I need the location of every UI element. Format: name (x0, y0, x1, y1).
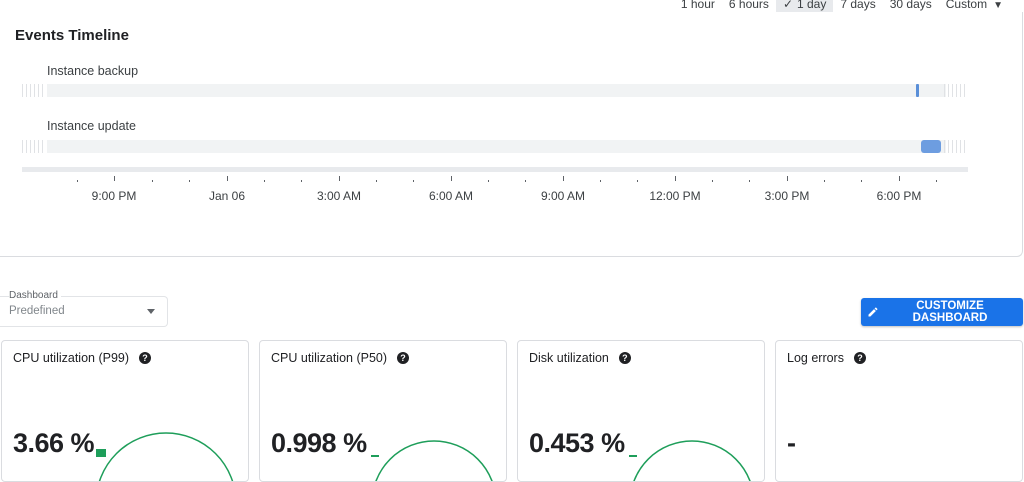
event-track-backup (22, 84, 968, 97)
metric-card-cpu-p50: CPU utilization (P50)? 0.998 % (259, 340, 507, 482)
customize-dashboard-button[interactable]: CUSTOMIZE DASHBOARD (861, 298, 1023, 326)
axis-tick (675, 176, 676, 181)
metric-value: - (787, 428, 796, 458)
metric-card-cpu-p99: CPU utilization (P99)? 3.66 % (1, 340, 249, 482)
event-row-label-update: Instance update (47, 119, 136, 133)
axis-label: Jan 06 (208, 189, 246, 203)
axis-label: 6:00 PM (876, 189, 922, 203)
metric-title: Disk utilization (529, 351, 609, 365)
help-icon[interactable]: ? (139, 352, 152, 364)
metric-value: 0.453 % (529, 428, 625, 458)
gauge-cpu-p99 (96, 432, 234, 481)
metric-value: 3.66 % (13, 428, 95, 458)
gauge-cpu-p50 (371, 440, 493, 481)
dropdown-arrow-icon (147, 309, 155, 314)
event-track-update (22, 140, 968, 153)
timeline-scrubber[interactable] (22, 167, 968, 172)
dashboard-select-value: Predefined (9, 305, 65, 317)
time-range-1-day-label: 1 day (797, 0, 827, 11)
metric-value: 0.998 % (271, 428, 367, 458)
axis-label: 3:00 PM (764, 189, 810, 203)
event-marker-backup[interactable] (916, 84, 919, 97)
axis-label: 6:00 AM (428, 189, 474, 203)
axis-tick (339, 176, 340, 181)
help-icon[interactable]: ? (853, 352, 866, 364)
help-icon[interactable]: ? (397, 352, 410, 364)
events-timeline-card: Events Timeline (0, 12, 1023, 257)
metric-title: CPU utilization (P99) (13, 351, 130, 365)
caret-down-icon: ▼ (993, 0, 1003, 11)
axis-tick (114, 176, 115, 181)
axis-tick (227, 176, 228, 181)
help-icon[interactable]: ? (618, 352, 631, 364)
event-marker-update[interactable] (921, 140, 941, 153)
pencil-icon (867, 306, 879, 318)
gauge-fill (96, 449, 106, 457)
event-row-label-backup: Instance backup (47, 64, 139, 78)
axis-tick (451, 176, 452, 181)
gauge-fill (371, 455, 379, 457)
metric-title: Log errors (787, 351, 844, 365)
axis-tick (899, 176, 900, 181)
axis-label: 12:00 PM (649, 189, 701, 203)
axis-label: 9:00 AM (540, 189, 586, 203)
axis-tick (563, 176, 564, 181)
axis-label: 9:00 PM (91, 189, 137, 203)
dashboard-select-caption: Dashboard (9, 290, 61, 301)
customize-dashboard-label: CUSTOMIZE DASHBOARD (912, 300, 988, 324)
gauge-fill (629, 455, 637, 457)
metric-title: CPU utilization (P50) (271, 351, 388, 365)
gauge-disk (629, 440, 751, 481)
axis-label: 3:00 AM (316, 189, 362, 203)
metric-card-log-errors: Log errors? - (775, 340, 1023, 482)
time-range-custom-label: Custom (945, 0, 988, 11)
events-timeline-title: Events Timeline (15, 27, 129, 44)
metric-card-disk: Disk utilization? 0.453 % (517, 340, 765, 482)
axis-tick (787, 176, 788, 181)
